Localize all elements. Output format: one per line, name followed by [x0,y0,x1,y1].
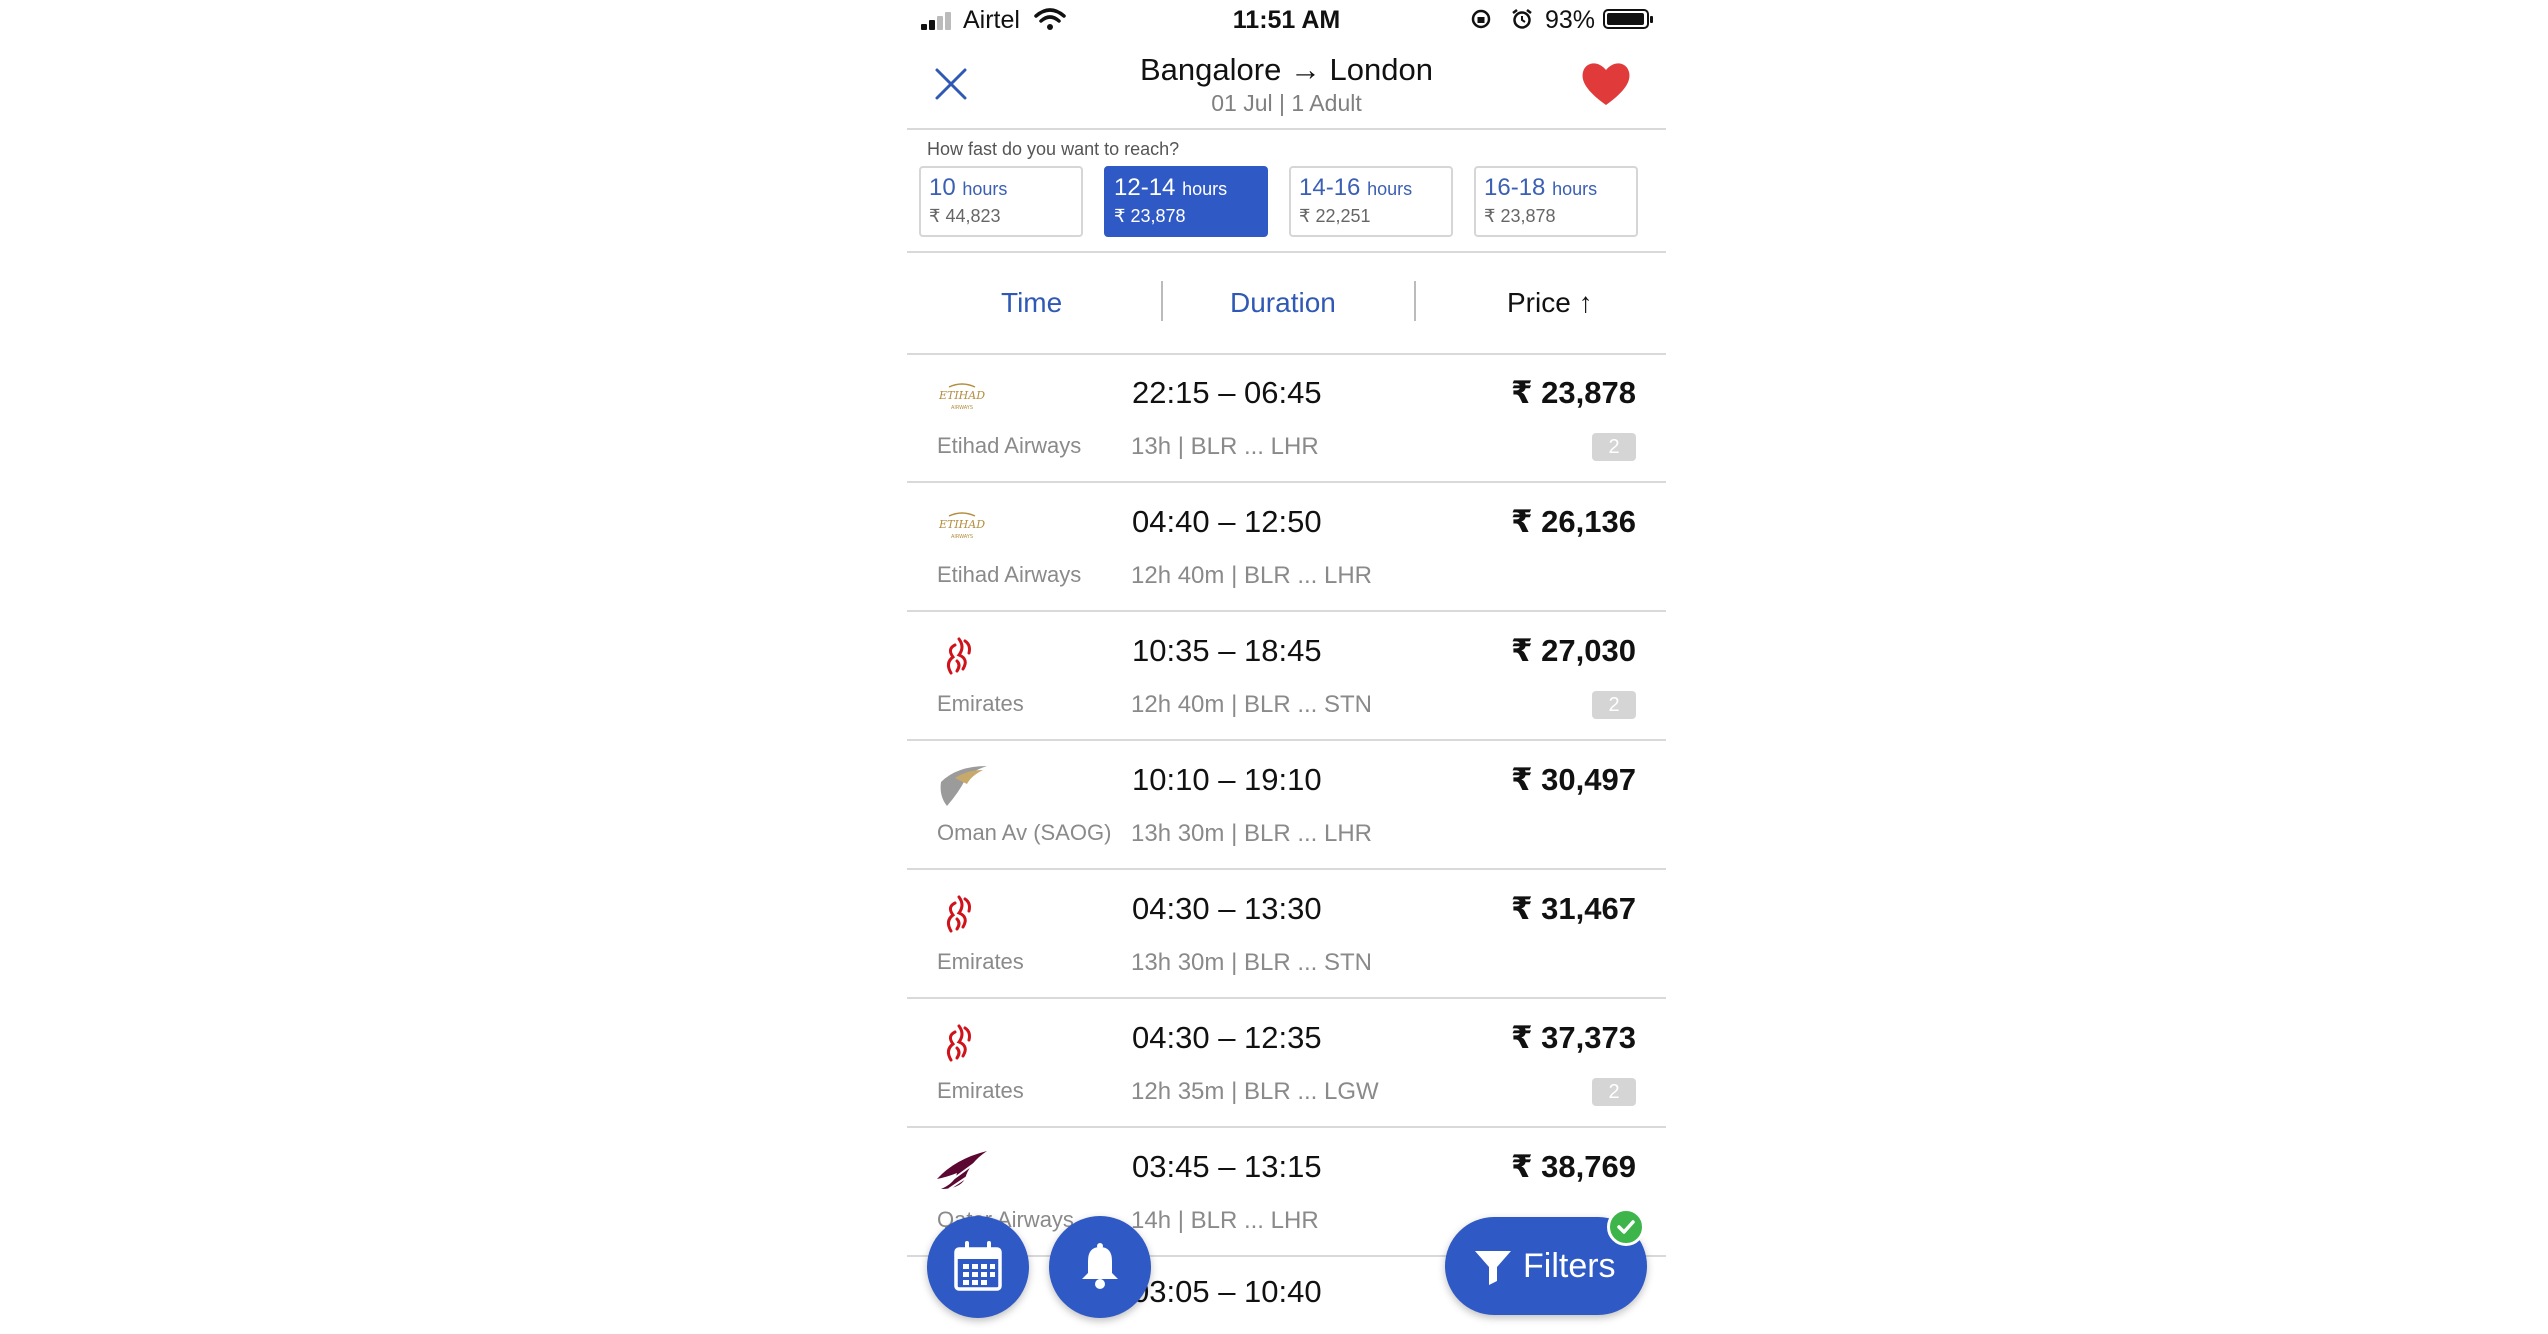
calendar-icon [954,1241,1002,1291]
sort-by-duration[interactable]: Duration [1230,287,1336,319]
filters-active-check-icon [1607,1208,1645,1246]
flight-times: 04:40 – 12:50 [1132,504,1322,539]
flight-duration-route: 13h 30m | BLR ... STN [1131,949,1372,976]
flight-row[interactable]: ETIHAD AIRWAYS Etihad Airways 22:15 – 06… [907,355,1666,483]
flight-times: 03:45 – 13:15 [1132,1149,1322,1184]
duration-option-16-18h[interactable]: 16-18 hours ₹ 23,878 [1474,166,1638,237]
etihad-logo-icon: ETIHAD AIRWAYS [938,383,985,411]
option-range: 12-14 [1114,174,1176,201]
flight-times: 04:30 – 13:30 [1132,891,1322,926]
oman-air-logo-icon [940,766,987,806]
app-screen: Airtel 11:51 AM 93% Bangalore → London 0… [907,0,1666,1334]
emirates-logo-icon [946,1024,971,1062]
trip-summary: 01 Jul | 1 Adult [1211,90,1362,116]
divider [1414,281,1416,321]
flight-row[interactable]: Emirates 04:30 – 13:30 13h 30m | BLR ...… [907,871,1666,999]
flight-times: 10:10 – 19:10 [1132,762,1322,797]
option-price: ₹ 44,823 [929,206,1001,226]
option-price: ₹ 23,878 [1114,206,1186,226]
alarm-icon [1512,9,1532,29]
flight-duration-route: 14h | BLR ... LHR [1131,1207,1319,1234]
sort-by-time[interactable]: Time [1001,287,1062,319]
filters-label: Filters [1523,1247,1616,1285]
flight-row[interactable]: Oman Av (SAOG) 10:10 – 19:10 13h 30m | B… [907,742,1666,870]
flight-row[interactable]: ETIHAD AIRWAYS Etihad Airways 04:40 – 12… [907,484,1666,612]
option-range: 14-16 [1299,174,1361,201]
price-alert-button[interactable] [1049,1216,1151,1318]
status-bar: Airtel 11:51 AM 93% [907,0,1666,40]
flight-price: ₹ 23,878 [1511,375,1636,410]
bell-icon [1082,1243,1118,1289]
sort-by-price[interactable]: Price ↑ [1507,287,1593,319]
duration-option-10h[interactable]: 10 hours ₹ 44,823 [919,166,1083,237]
duration-filter: How fast do you want to reach? 10 hours … [907,130,1666,253]
flight-duration-route: 12h 40m | BLR ... STN [1131,691,1372,718]
option-price: ₹ 23,878 [1484,206,1556,226]
duration-option-14-16h[interactable]: 14-16 hours ₹ 22,251 [1289,166,1453,237]
page-title: Bangalore → London [1139,52,1433,87]
option-range: 10 [929,174,956,201]
stops-badge: 2 [1592,1078,1636,1106]
flight-times: 04:30 – 12:35 [1132,1020,1322,1055]
flight-times: 22:15 – 06:45 [1132,375,1322,410]
airline-name: Emirates [937,691,1024,716]
flight-price: ₹ 26,136 [1511,504,1636,539]
flight-duration-route: 13h | BLR ... LHR [1131,433,1319,460]
battery-percent: 93% [1545,6,1596,34]
svg-text:AIRWAYS: AIRWAYS [951,405,973,411]
header: Bangalore → London 01 Jul | 1 Adult [907,40,1666,130]
flight-price: ₹ 31,467 [1511,891,1636,926]
sort-bar: Time Duration Price ↑ [907,253,1666,355]
option-unit: hours [962,179,1008,199]
airline-name: Emirates [937,1078,1024,1103]
favorite-heart-icon[interactable] [1579,58,1633,108]
option-range: 16-18 [1484,174,1546,201]
flight-duration-route: 12h 35m | BLR ... LGW [1131,1078,1379,1105]
duration-filter-label: How fast do you want to reach? [927,139,1180,159]
flight-price: ₹ 27,030 [1511,633,1636,668]
battery-icon [1603,9,1653,29]
airline-name: Etihad Airways [937,562,1082,587]
stops-badge: 2 [1592,433,1636,461]
flight-price: ₹ 30,497 [1511,762,1636,797]
flight-duration-route: 13h 30m | BLR ... LHR [1131,820,1373,847]
option-price: ₹ 22,251 [1299,206,1371,226]
stops-badge: 2 [1592,691,1636,719]
calendar-button[interactable] [927,1216,1029,1318]
option-unit: hours [1367,179,1413,199]
emirates-logo-icon [946,895,971,933]
airline-name: Etihad Airways [937,433,1082,458]
emirates-logo-icon [946,637,971,675]
flight-price: ₹ 38,769 [1511,1149,1636,1184]
airline-name: Emirates [937,949,1024,974]
airline-name: Oman Av (SAOG) [937,820,1112,845]
svg-text:AIRWAYS: AIRWAYS [951,534,973,540]
flight-row[interactable]: Emirates 10:35 – 18:45 12h 40m | BLR ...… [907,613,1666,741]
duration-option-12-14h[interactable]: 12-14 hours ₹ 23,878 [1104,166,1268,237]
svg-text:ETIHAD: ETIHAD [938,389,985,402]
option-unit: hours [1182,179,1228,199]
etihad-logo-icon: ETIHAD AIRWAYS [938,512,985,540]
svg-text:ETIHAD: ETIHAD [938,518,985,531]
flight-duration-route: 12h 40m | BLR ... LHR [1131,562,1373,589]
flight-row[interactable]: Emirates 04:30 – 12:35 12h 35m | BLR ...… [907,1000,1666,1128]
flight-price: ₹ 37,373 [1511,1020,1636,1055]
rotation-lock-icon [1471,9,1491,29]
flight-times: 10:35 – 18:45 [1132,633,1322,668]
qatar-logo-icon [937,1151,987,1190]
flight-times: 03:05 – 10:40 [1132,1274,1322,1309]
divider [1161,281,1163,321]
option-unit: hours [1552,179,1598,199]
filter-funnel-icon [1475,1251,1511,1285]
